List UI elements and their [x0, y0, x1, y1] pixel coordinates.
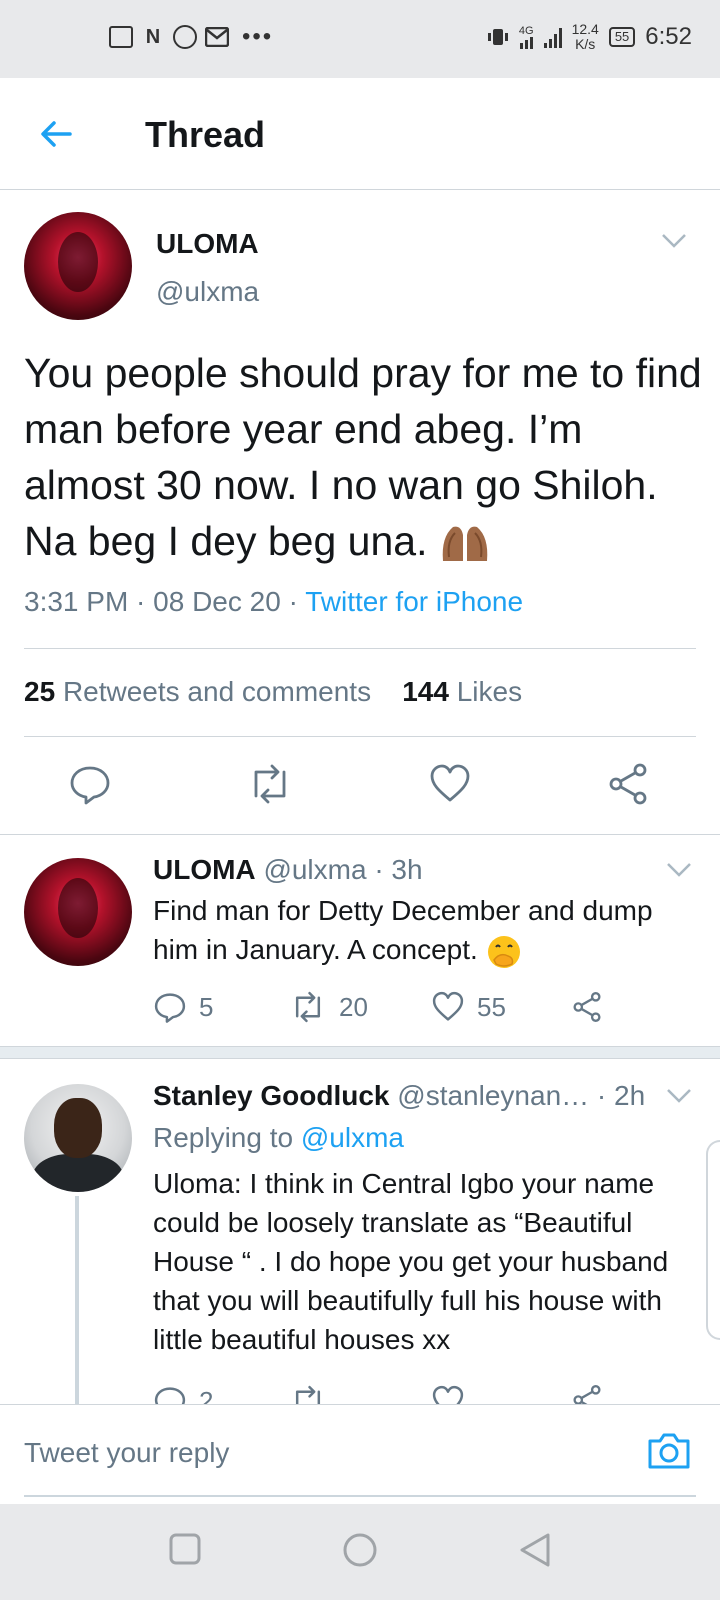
signal-icon: [543, 26, 562, 48]
retweet-icon[interactable]: [246, 762, 294, 806]
like-icon[interactable]: [428, 762, 472, 806]
section-separator: [0, 1046, 720, 1059]
system-navigation-bar: [0, 1504, 720, 1600]
page-title: Thread: [145, 114, 266, 155]
reply-input[interactable]: Tweet your reply: [24, 1437, 229, 1469]
like-count: 55: [477, 991, 506, 1022]
chevron-down-icon[interactable]: [666, 862, 692, 878]
reply-input-underline: [24, 1495, 696, 1497]
tweet-text-body: You people should pray for me to find ma…: [24, 350, 702, 564]
speed-unit: K/s: [575, 36, 596, 52]
reply-retweet-action[interactable]: [289, 1384, 431, 1404]
comment-icon: [154, 1387, 186, 1404]
reply-text: Find man for Detty December and dump him…: [153, 891, 698, 970]
like-icon: [432, 1385, 464, 1404]
reply-like-action[interactable]: [431, 1384, 571, 1404]
reply-text: Uloma: I think in Central Igbo your name…: [153, 1168, 669, 1355]
network-speed: 12.4 K/s: [572, 22, 599, 52]
like-icon: [432, 991, 464, 1021]
retweet-icon: [295, 991, 321, 1023]
more-notifications-icon: •••: [242, 23, 274, 50]
reply-share-action[interactable]: [571, 991, 603, 1023]
reply-author[interactable]: Stanley Goodluck @stanleynan… · 2h: [153, 1080, 645, 1112]
comment-count: 5: [199, 991, 214, 1022]
praying-hands-icon: [442, 526, 488, 562]
share-icon: [573, 1385, 601, 1404]
reply-actions: 5 20 55: [153, 990, 603, 1024]
reply-comment-action[interactable]: 2: [153, 1384, 289, 1404]
tweet-timestamp: 3:31 PM · 08 Dec 20 ·: [24, 586, 306, 617]
reply-retweet-action[interactable]: 20: [289, 990, 431, 1024]
replying-to: Replying to @ulxma: [153, 1122, 404, 1154]
author-name[interactable]: ULOMA: [156, 228, 259, 260]
retweets-label: Retweets and comments: [62, 676, 372, 707]
divider: [24, 648, 696, 649]
reply-share-action[interactable]: [571, 1384, 603, 1404]
reply-text-body: Find man for Detty December and dump him…: [153, 895, 653, 965]
reply-handle-time: @ulxma · 3h: [263, 854, 423, 885]
camera-icon[interactable]: [646, 1431, 692, 1471]
tweet-text: You people should pray for me to find ma…: [24, 345, 704, 569]
recent-apps-icon[interactable]: [168, 1532, 202, 1566]
news-icon: N: [145, 25, 161, 48]
reply-author[interactable]: ULOMA @ulxma · 3h: [153, 854, 423, 886]
status-bar: N ••• 4G 12.4 K/s 55 6:52: [0, 0, 720, 78]
network-label: 4G: [518, 24, 534, 37]
back-nav-icon[interactable]: [518, 1532, 552, 1568]
reply-comment-action[interactable]: 5: [153, 990, 289, 1024]
share-icon: [573, 992, 601, 1022]
top-app-bar: Thread: [0, 78, 720, 190]
replying-to-label: Replying to: [153, 1122, 301, 1153]
battery-icon: 55: [608, 27, 636, 47]
avatar[interactable]: [24, 1084, 132, 1192]
reply-author-name: Stanley Goodluck: [153, 1080, 390, 1111]
system-icons: 4G 12.4 K/s 55 6:52: [487, 22, 692, 52]
share-icon[interactable]: [606, 762, 650, 806]
notification-icons: N •••: [108, 24, 273, 50]
comment-count: 2: [199, 1385, 214, 1405]
thread-line: [75, 1196, 79, 1404]
clock: 6:52: [645, 23, 692, 50]
comment-icon: [154, 993, 186, 1023]
tweet-actions: [0, 762, 720, 822]
scroll-handle[interactable]: [706, 1140, 720, 1340]
chevron-down-icon[interactable]: [661, 233, 687, 249]
tweet-meta: 3:31 PM · 08 Dec 20 · Twitter for iPhone: [24, 586, 523, 618]
avatar[interactable]: [24, 858, 132, 966]
avatar[interactable]: [24, 212, 132, 320]
notes-icon: [108, 24, 134, 50]
divider: [0, 834, 720, 835]
tweet-stats: 25 Retweets and comments 144 Likes: [24, 676, 522, 708]
reply-actions: 2: [153, 1384, 603, 1404]
back-arrow-icon[interactable]: [38, 116, 74, 152]
retweets-count: 25: [24, 676, 56, 707]
speed-value: 12.4: [571, 21, 599, 37]
likes-stat[interactable]: 144 Likes: [402, 676, 522, 707]
tweet-source-link[interactable]: Twitter for iPhone: [305, 586, 523, 617]
reply-like-action[interactable]: 55: [431, 990, 571, 1024]
reply-handle-time: @stanleynan… · 2h: [397, 1080, 646, 1111]
author-handle[interactable]: @ulxma: [156, 276, 259, 308]
browser-icon: [172, 24, 198, 50]
reply-composer: Tweet your reply: [0, 1404, 720, 1504]
retweets-stat[interactable]: 25 Retweets and comments: [24, 676, 371, 707]
likes-count: 144: [402, 676, 449, 707]
likes-label: Likes: [456, 676, 523, 707]
replying-to-handle[interactable]: @ulxma: [301, 1122, 404, 1153]
vibrate-icon: [487, 29, 508, 45]
network-type: 4G: [518, 24, 534, 49]
divider: [24, 736, 696, 737]
retweet-icon: [295, 1385, 321, 1404]
reply-author-name: ULOMA: [153, 854, 256, 885]
chevron-down-icon[interactable]: [666, 1088, 692, 1104]
comment-icon[interactable]: [68, 762, 112, 806]
home-icon[interactable]: [342, 1532, 378, 1568]
retweet-count: 20: [339, 991, 368, 1022]
mail-icon: [204, 24, 230, 50]
face-with-hand-over-mouth-icon: [487, 935, 520, 968]
